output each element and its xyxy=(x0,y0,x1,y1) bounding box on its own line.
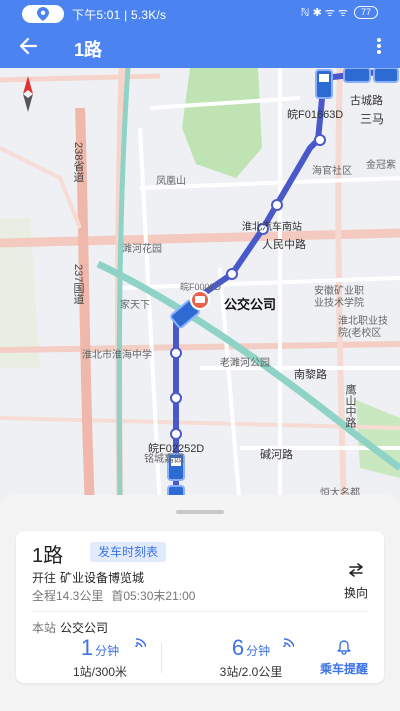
map-label-south-station: 淮北汽车南站 xyxy=(242,222,302,233)
route-card: 1路 发车时刻表 开往 矿业设备博览城 全程14.3公里 首05:30末21:00 … xyxy=(16,531,384,683)
location-status-icon xyxy=(22,5,64,23)
map-label-renmin: 人民中路 xyxy=(262,239,306,251)
current-station-marker[interactable] xyxy=(190,290,210,310)
swap-arrows-icon xyxy=(349,563,363,577)
ride-reminder-button[interactable]: 乘车提醒 xyxy=(312,639,376,677)
map-label-huaibei-2: 院(老校区 xyxy=(338,328,382,339)
eta-first-bus: 1 分钟 1站/300米 xyxy=(50,635,150,680)
app-header: 下午5:01 | 5.3K/s ℕ ✱ ᯤ ᯤ 77 1路 xyxy=(0,0,400,68)
map-label-laosuihe: 老濉河公园 xyxy=(220,358,270,369)
eta-second-unit: 分钟 xyxy=(246,644,271,658)
current-station-line: 本站 公交公司 xyxy=(32,619,108,636)
eta-second-detail: 3站/2.0公里 xyxy=(219,665,283,679)
ride-reminder-label: 乘车提醒 xyxy=(319,662,368,676)
page-title: 1路 xyxy=(74,40,103,60)
direction-destination: 矿业设备博览城 xyxy=(60,571,145,585)
timetable-button[interactable]: 发车时刻表 xyxy=(90,542,167,562)
sheet-drag-handle[interactable] xyxy=(176,510,224,514)
station-name: 公交公司 xyxy=(60,621,109,635)
battery-icon: 77 xyxy=(354,6,378,19)
map-label-jianhe: 碱河路 xyxy=(260,449,293,461)
map-label-haiyin: 海官社区 xyxy=(312,166,352,177)
map-label-anhui-2: 业技术学院 xyxy=(314,298,364,309)
eta-separator xyxy=(161,643,162,673)
route-name: 1路 xyxy=(32,545,64,567)
eta-second-bus: 6 分钟 3站/2.0公里 xyxy=(196,635,306,680)
station-prefix: 本站 xyxy=(32,621,57,635)
map-label-nanli: 南黎路 xyxy=(294,369,327,381)
map-label-gucheng: 古城路 xyxy=(350,95,383,107)
status-icons: ℕ ✱ ᯤ ᯤ 77 xyxy=(301,5,378,20)
eta-first-detail: 1站/300米 xyxy=(72,665,128,679)
realtime-signal-icon xyxy=(283,638,294,648)
route-info-sheet: 1路 发车时刻表 开往 矿业设备博览城 全程14.3公里 首05:30末21:00 … xyxy=(0,495,400,711)
map-label-road238: 238省道 xyxy=(72,142,84,183)
map-label-ying: 鹰山中路 xyxy=(344,384,356,428)
eta-first-minutes: 1 xyxy=(80,635,94,660)
signal-icons: ℕ ✱ ᯤ ᯤ xyxy=(300,7,348,19)
switch-direction-button[interactable]: 换向 xyxy=(336,563,376,600)
map-label-jinguan: 金冠紫 xyxy=(366,160,396,171)
more-vertical-icon xyxy=(377,38,381,54)
total-distance: 全程14.3公里 xyxy=(32,589,104,603)
route-info-line: 全程14.3公里 首05:30末21:00 xyxy=(32,587,195,604)
map-label-road237: 237国道 xyxy=(72,264,84,305)
map-label-fenghuang: 凤凰山 xyxy=(156,176,186,187)
map-label-bus1: 皖F01663D xyxy=(287,109,344,121)
map-label-sanma: 三马 xyxy=(360,112,385,126)
eta-first-unit: 分钟 xyxy=(95,644,120,658)
card-divider xyxy=(32,611,368,612)
direction-prefix: 开往 xyxy=(32,571,57,585)
status-bar: 下午5:01 | 5.3K/s ℕ ✱ ᯤ ᯤ 77 xyxy=(0,0,400,28)
service-hours: 首05:30末21:00 xyxy=(111,589,196,603)
map-label-bus2: 皖F0000D xyxy=(180,282,222,292)
back-button[interactable] xyxy=(16,34,42,58)
more-menu-button[interactable] xyxy=(374,36,384,56)
status-time-speed: 下午5:01 | 5.3K/s xyxy=(72,8,167,22)
route-map[interactable]: 古城路 三马 皖F01663D 海官社区 金冠紫 凤凰山 淮北汽车南站 人民中路… xyxy=(0,68,400,508)
switch-direction-label: 换向 xyxy=(343,586,368,600)
map-label-jiatian: 家天下 xyxy=(120,300,150,311)
bus-icon[interactable] xyxy=(315,69,333,99)
bell-icon xyxy=(337,640,351,655)
map-label-middle-school: 淮北市淮海中学 xyxy=(82,350,152,361)
map-label-mingcheng: 铭城嘉园 xyxy=(144,454,184,465)
direction-line: 开往 矿业设备博览城 xyxy=(32,569,144,586)
eta-second-minutes: 6 xyxy=(231,635,245,660)
map-label-suihe: 濉河花园 xyxy=(122,244,162,255)
realtime-signal-icon xyxy=(135,638,146,648)
map-label-bus-company: 公交公司 xyxy=(224,297,277,312)
arrow-left-icon xyxy=(19,37,38,55)
